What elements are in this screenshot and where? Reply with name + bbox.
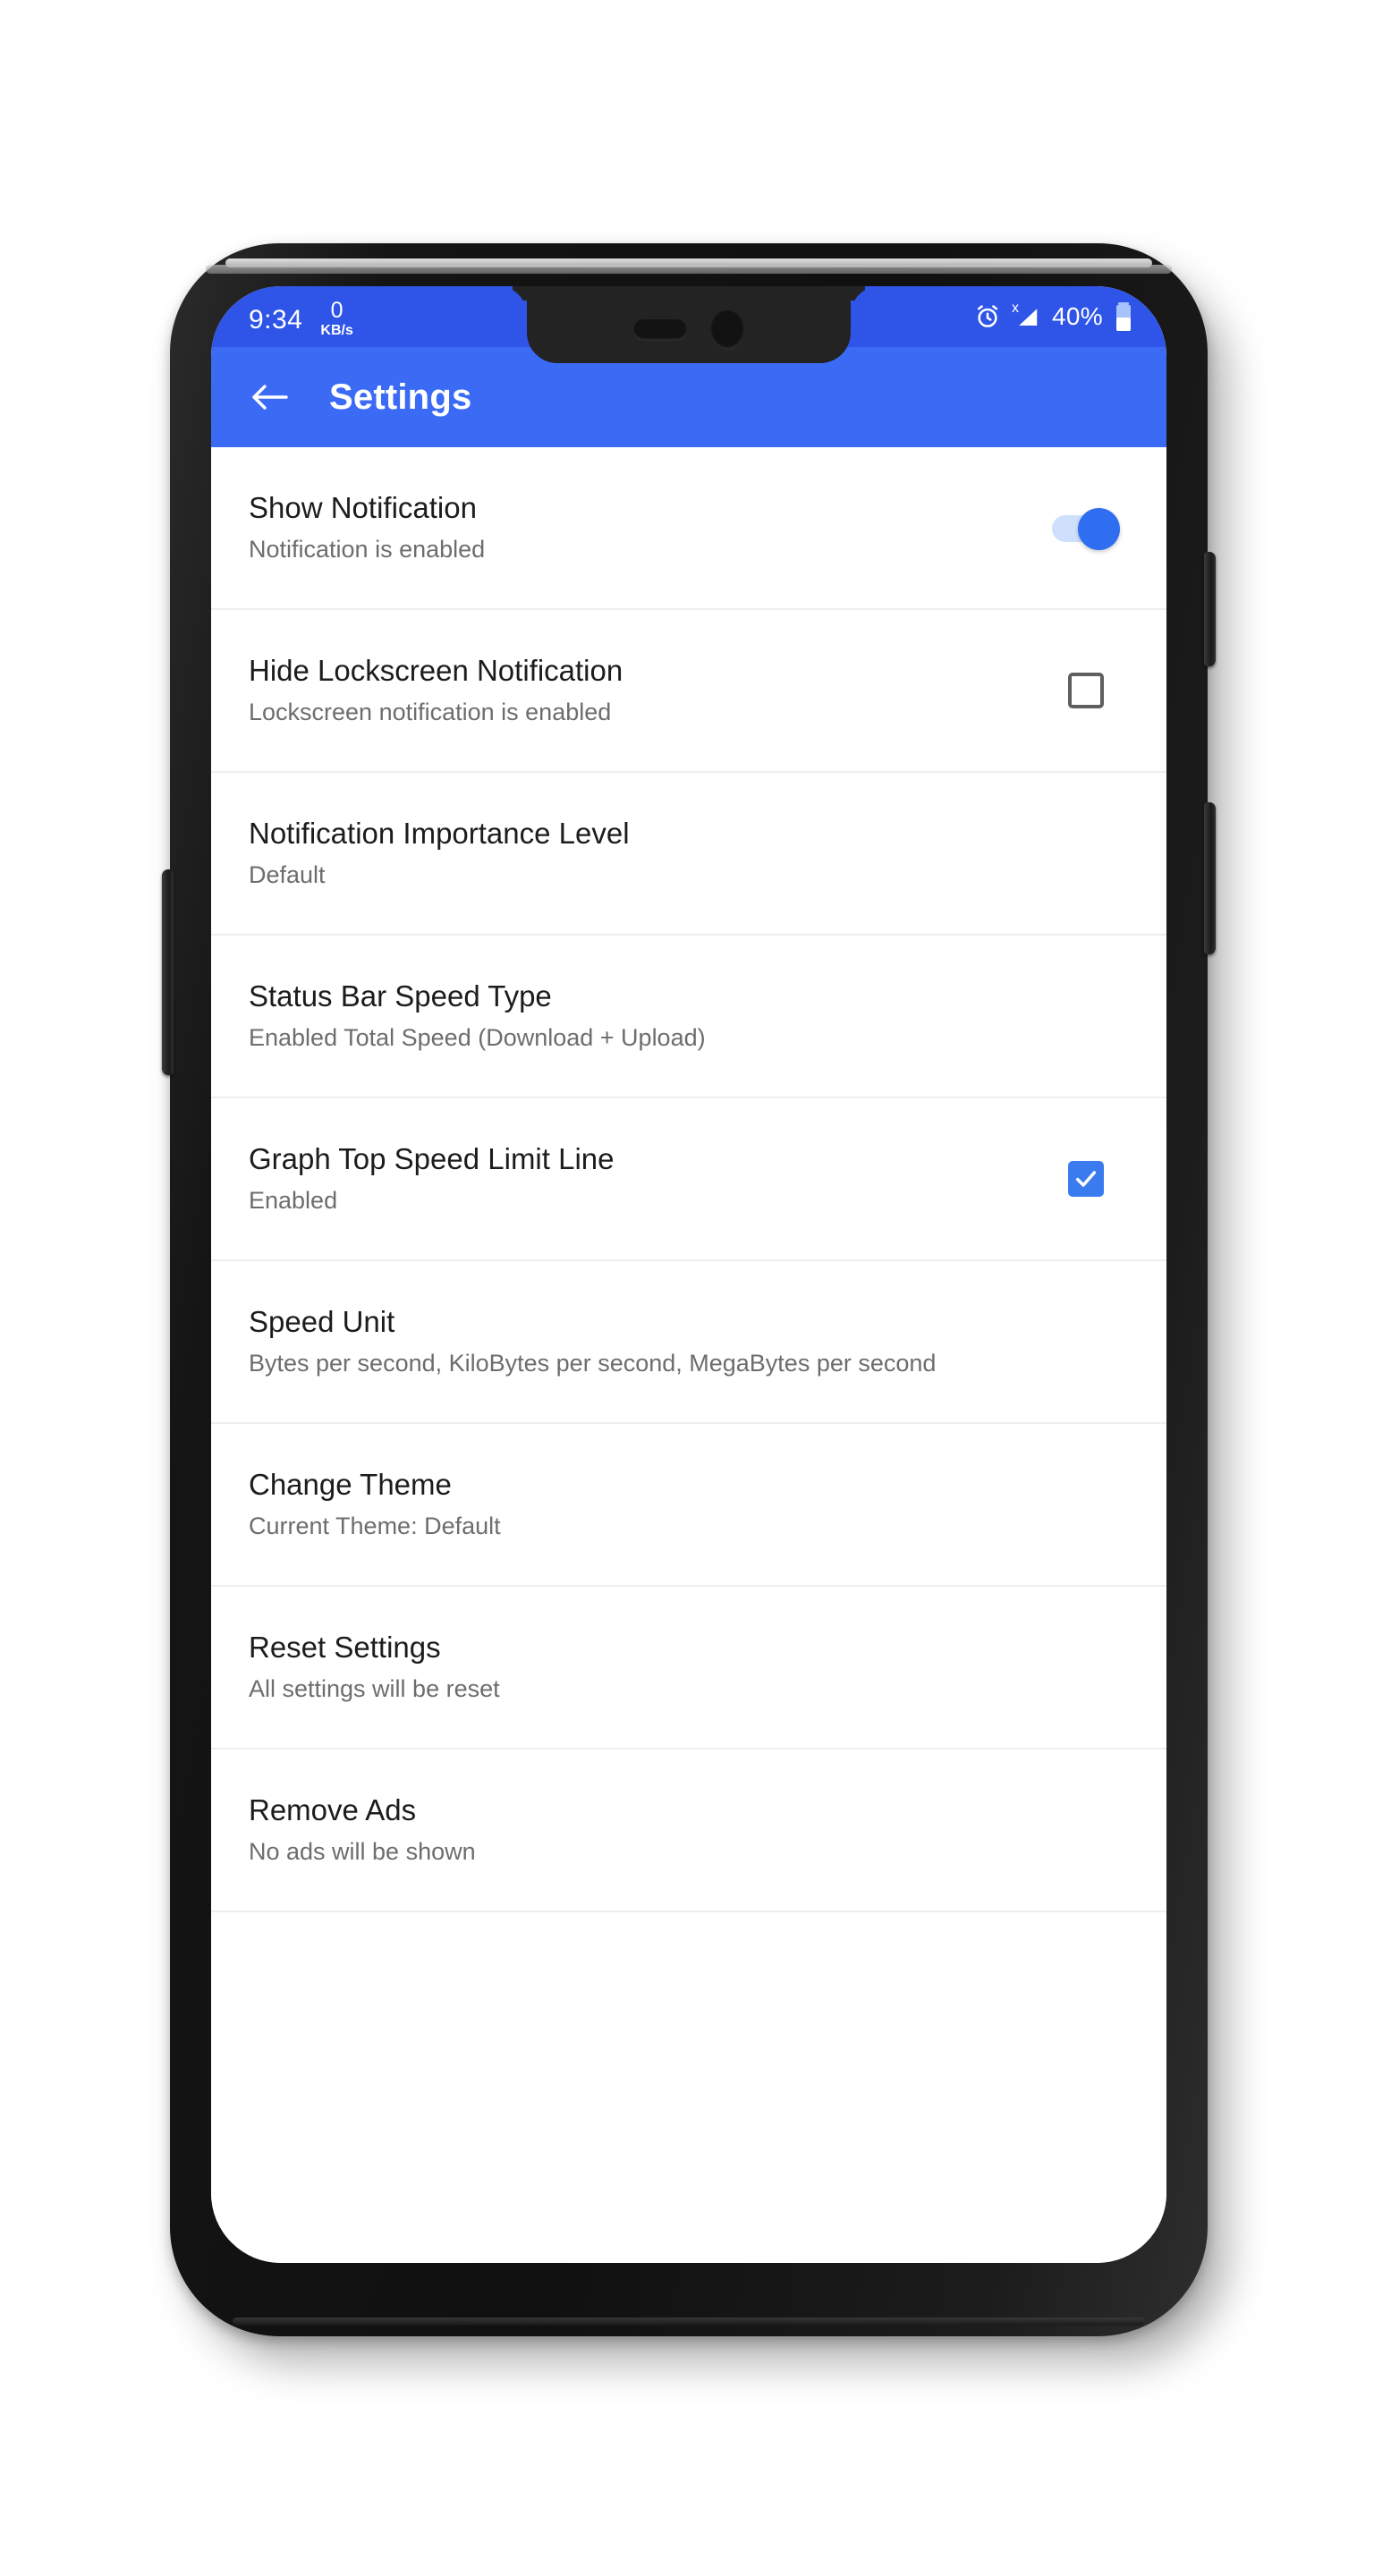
settings-row-subtitle: Notification is enabled bbox=[249, 536, 486, 564]
settings-row-control[interactable] bbox=[1043, 1161, 1129, 1197]
settings-row-hide-lockscreen-notification[interactable]: Hide Lockscreen Notification Lockscreen n… bbox=[211, 610, 1166, 773]
display-notch bbox=[527, 286, 851, 363]
settings-row-text: Show Notification Notification is enabled bbox=[249, 490, 1043, 565]
settings-row-status-bar-speed-type[interactable]: Status Bar Speed Type Enabled Total Speed… bbox=[211, 936, 1166, 1098]
front-camera-icon bbox=[710, 310, 744, 350]
settings-row-graph-top-speed-limit-line[interactable]: Graph Top Speed Limit Line Enabled bbox=[211, 1098, 1166, 1261]
settings-row-text: Hide Lockscreen Notification Lockscreen n… bbox=[249, 653, 1043, 728]
status-bar-left-group: 9:34 0 KB/s bbox=[211, 297, 353, 338]
settings-row-text: Change Theme Current Theme: Default bbox=[249, 1467, 1043, 1542]
settings-row-reset-settings[interactable]: Reset Settings All settings will be reset bbox=[211, 1587, 1166, 1750]
battery-percent-label: 40% bbox=[1052, 302, 1103, 330]
settings-row-control[interactable] bbox=[1043, 673, 1129, 708]
settings-row-subtitle: Enabled bbox=[249, 1187, 338, 1215]
phone-screen: 9:34 0 KB/s x 40% Settings Show Notifica… bbox=[211, 286, 1166, 2263]
settings-row-text: Reset Settings All settings will be reset bbox=[249, 1630, 1043, 1705]
alarm-clock-icon bbox=[973, 302, 1002, 331]
page-title: Settings bbox=[329, 377, 472, 417]
settings-row-change-theme[interactable]: Change Theme Current Theme: Default bbox=[211, 1424, 1166, 1587]
settings-row-title: Status Bar Speed Type bbox=[249, 979, 552, 1013]
network-speed-value: 0 bbox=[330, 297, 344, 323]
network-speed-unit: KB/s bbox=[320, 322, 353, 338]
settings-row-subtitle: Enabled Total Speed (Download + Upload) bbox=[249, 1024, 706, 1052]
settings-row-text: Notification Importance Level Default bbox=[249, 816, 1043, 891]
settings-row-title: Remove Ads bbox=[249, 1792, 417, 1826]
power-button[interactable] bbox=[1204, 552, 1216, 666]
settings-row-title: Graph Top Speed Limit Line bbox=[249, 1141, 615, 1175]
settings-row-title: Speed Unit bbox=[249, 1304, 395, 1338]
earpiece-speaker-icon bbox=[633, 319, 687, 341]
settings-row-subtitle: Default bbox=[249, 861, 326, 889]
settings-row-control[interactable] bbox=[1043, 508, 1129, 550]
signal-strength-icon: x bbox=[1012, 301, 1040, 330]
device-bottom-bezel-highlight bbox=[233, 2318, 1145, 2326]
settings-row-subtitle: Bytes per second, KiloBytes per second, … bbox=[249, 1350, 937, 1377]
settings-row-show-notification[interactable]: Show Notification Notification is enabled bbox=[211, 447, 1166, 610]
status-bar-clock: 9:34 bbox=[249, 304, 303, 335]
signal-no-sim-label: x bbox=[1012, 301, 1020, 316]
status-bar: 9:34 0 KB/s x 40% bbox=[211, 286, 1166, 363]
device-top-bezel-highlight bbox=[225, 258, 1152, 267]
settings-row-subtitle: Current Theme: Default bbox=[249, 1513, 501, 1540]
checkmark-icon bbox=[1075, 1171, 1097, 1187]
toggle-switch-show-notification[interactable] bbox=[1052, 508, 1120, 550]
network-speed-indicator: 0 KB/s bbox=[320, 297, 353, 338]
settings-row-text: Status Bar Speed Type Enabled Total Speed… bbox=[249, 979, 1043, 1054]
settings-row-speed-unit[interactable]: Speed Unit Bytes per second, KiloBytes pe… bbox=[211, 1261, 1166, 1424]
settings-row-notification-importance-level[interactable]: Notification Importance Level Default bbox=[211, 773, 1166, 936]
toggle-thumb bbox=[1078, 508, 1120, 550]
battery-icon bbox=[1115, 301, 1132, 332]
settings-row-text: Remove Ads No ads will be shown bbox=[249, 1792, 1043, 1868]
settings-row-text: Speed Unit Bytes per second, KiloBytes pe… bbox=[249, 1304, 1043, 1379]
status-bar-right-group: x 40% bbox=[973, 301, 1166, 332]
settings-row-subtitle: All settings will be reset bbox=[249, 1675, 500, 1703]
settings-list[interactable]: Show Notification Notification is enabled… bbox=[211, 447, 1166, 2263]
settings-row-title: Reset Settings bbox=[249, 1630, 441, 1664]
settings-row-title: Change Theme bbox=[249, 1467, 452, 1501]
settings-row-subtitle: No ads will be shown bbox=[249, 1838, 476, 1866]
assistant-button[interactable] bbox=[162, 869, 174, 1075]
settings-row-remove-ads[interactable]: Remove Ads No ads will be shown bbox=[211, 1750, 1166, 1912]
settings-row-title: Notification Importance Level bbox=[249, 816, 630, 850]
settings-row-title: Show Notification bbox=[249, 490, 477, 524]
checkbox-hide-lockscreen-notification[interactable] bbox=[1068, 673, 1104, 708]
settings-row-title: Hide Lockscreen Notification bbox=[249, 653, 623, 687]
back-arrow-icon[interactable] bbox=[249, 381, 290, 413]
settings-row-subtitle: Lockscreen notification is enabled bbox=[249, 699, 612, 726]
checkbox-graph-top-speed-limit-line[interactable] bbox=[1068, 1161, 1104, 1197]
phone-device-frame: 9:34 0 KB/s x 40% Settings Show Notifica… bbox=[162, 243, 1216, 2336]
volume-button[interactable] bbox=[1204, 802, 1216, 954]
settings-row-text: Graph Top Speed Limit Line Enabled bbox=[249, 1141, 1043, 1216]
